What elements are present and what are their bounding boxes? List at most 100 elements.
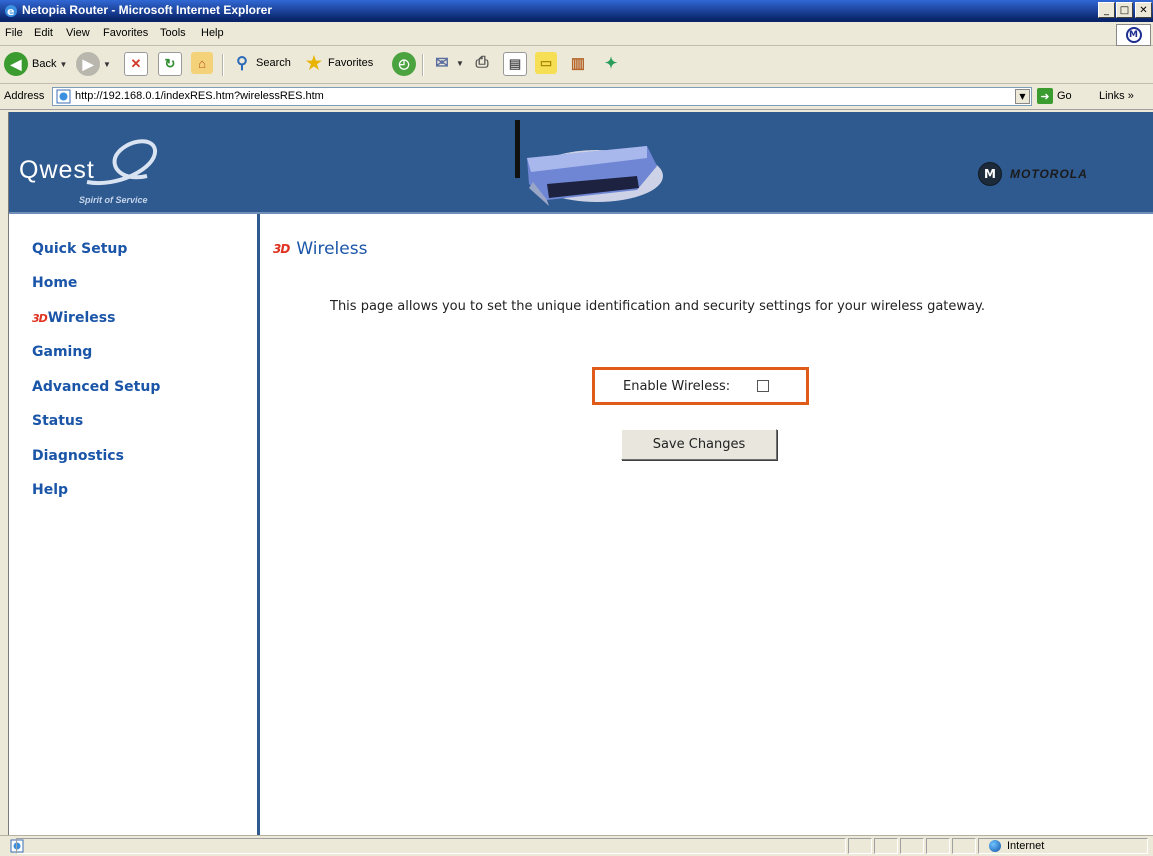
menu-help[interactable]: Help <box>201 27 224 39</box>
status-message-pane <box>16 838 846 854</box>
search-icon: ⚲ <box>236 55 248 72</box>
links-label: Links <box>1099 90 1125 102</box>
sidebar-item-label: Home <box>32 275 78 291</box>
sidebar-item-advanced-setup[interactable]: Advanced Setup <box>32 379 160 395</box>
enable-wireless-checkbox[interactable] <box>757 380 769 392</box>
main-content: 3D Wireless This page allows you to set … <box>260 214 1153 835</box>
status-pane <box>952 838 976 854</box>
svg-text:e: e <box>7 5 14 18</box>
address-dropdown-button[interactable]: ▼ <box>1015 89 1030 104</box>
chevron-down-icon: ▼ <box>456 58 464 68</box>
menu-favorites[interactable]: Favorites <box>103 27 148 39</box>
discuss-button[interactable]: ▭ <box>535 52 557 74</box>
qwest-swoosh-icon <box>86 139 157 186</box>
stop-icon: ✕ <box>124 52 148 76</box>
mail-button[interactable]: ✉ ▼ <box>431 52 464 74</box>
maximize-button[interactable]: □ <box>1116 2 1133 18</box>
address-bar: Address http://192.168.0.1/indexRES.htm?… <box>0 84 1153 110</box>
sidebar-item-diagnostics[interactable]: Diagnostics <box>32 448 124 464</box>
globe-icon <box>989 840 1001 852</box>
forward-button[interactable]: ▶ ▼ <box>76 52 111 76</box>
sidebar-item-label: Advanced Setup <box>32 379 161 395</box>
back-label: Back <box>32 58 57 70</box>
address-url: http://192.168.0.1/indexRES.htm?wireless… <box>75 90 324 102</box>
sidebar-item-home[interactable]: Home <box>32 275 77 291</box>
go-arrow-icon: ➜ <box>1037 88 1053 104</box>
3d-wireless-icon: 3D <box>273 242 290 256</box>
messenger-icon: ✦ <box>604 55 618 72</box>
enable-wireless-highlight: Enable Wireless: <box>592 367 809 405</box>
chevron-down-icon: ▼ <box>59 59 68 69</box>
chevron-down-icon: ▼ <box>103 59 111 69</box>
star-icon: ★ <box>305 52 323 73</box>
save-changes-button[interactable]: Save Changes <box>621 429 777 460</box>
edit-page-icon: ▤ <box>503 52 527 76</box>
menu-bar: File Edit View Favorites Tools Help <box>0 22 1153 46</box>
favorites-label: Favorites <box>328 57 374 69</box>
history-icon: ◴ <box>392 52 416 76</box>
zone-label: Internet <box>1007 840 1045 852</box>
enable-wireless-label: Enable Wireless: <box>623 379 731 394</box>
sidebar-item-status[interactable]: Status <box>32 413 83 429</box>
security-zone: Internet <box>989 840 1044 852</box>
stop-button[interactable]: ✕ <box>124 52 148 76</box>
title-bar: e Netopia Router - Microsoft Internet Ex… <box>0 0 1153 22</box>
status-bar: Internet <box>0 835 1153 856</box>
sidebar-item-gaming[interactable]: Gaming <box>32 344 92 360</box>
sidebar-item-label: Quick Setup <box>32 241 128 257</box>
qwest-logo: Qwest Spirit of Service <box>19 138 219 208</box>
messenger-button[interactable]: ✦ <box>600 52 622 74</box>
menu-view[interactable]: View <box>66 27 90 39</box>
sidebar-item-help[interactable]: Help <box>32 482 68 498</box>
search-button[interactable]: ⚲ Search <box>231 52 291 74</box>
links-toolbar-button[interactable]: Links » <box>1099 90 1134 102</box>
minimize-button[interactable]: _ <box>1098 2 1115 18</box>
address-label: Address <box>4 90 45 102</box>
ie-icon: e <box>5 5 17 18</box>
print-button[interactable]: ⎙ <box>471 52 493 74</box>
sidebar-nav: Quick Setup Home 3D Wireless Gaming Advan… <box>9 214 260 835</box>
note-icon: ▭ <box>535 52 557 74</box>
page-viewport: Qwest Spirit of Service M MOTOROLA Quick… <box>8 112 1153 835</box>
refresh-button[interactable]: ↻ <box>158 52 182 76</box>
sidebar-item-label: Diagnostics <box>32 448 124 464</box>
mail-icon: ✉ <box>435 55 449 72</box>
sidebar-item-quick-setup[interactable]: Quick Setup <box>32 241 127 257</box>
3d-wireless-icon: 3D <box>32 311 48 325</box>
sidebar-item-label: Help <box>32 482 69 498</box>
go-button[interactable]: ➜ Go <box>1037 88 1072 104</box>
sidebar-item-label: Wireless <box>47 310 116 326</box>
status-pane <box>874 838 898 854</box>
edit-button[interactable]: ▤ <box>503 52 527 76</box>
home-icon: ⌂ <box>191 52 213 74</box>
page-title: 3D Wireless <box>273 239 367 259</box>
sidebar-item-wireless[interactable]: 3D Wireless <box>32 310 115 326</box>
back-button[interactable]: ◀ Back ▼ <box>4 52 67 76</box>
toolbar-separator <box>422 54 424 76</box>
motorola-text: MOTOROLA <box>1010 167 1088 181</box>
header-banner: Qwest Spirit of Service M MOTOROLA <box>9 112 1153 214</box>
page-title-text: Wireless <box>296 239 368 259</box>
back-arrow-icon: ◀ <box>4 52 28 76</box>
research-button[interactable]: ▥ <box>567 52 589 74</box>
research-icon: ▥ <box>570 55 586 72</box>
close-button[interactable]: ✕ <box>1135 2 1152 18</box>
motorola-logo: M MOTOROLA <box>978 162 1088 186</box>
motorola-logo-icon: M <box>1125 27 1142 43</box>
home-button[interactable]: ⌂ <box>191 52 213 74</box>
forward-arrow-icon: ▶ <box>76 52 100 76</box>
menu-tools[interactable]: Tools <box>160 27 186 39</box>
favorites-button[interactable]: ★ Favorites <box>303 52 373 74</box>
router-image <box>515 120 663 206</box>
page-icon <box>56 89 71 104</box>
history-button[interactable]: ◴ <box>392 52 416 76</box>
window-title: Netopia Router - Microsoft Internet Expl… <box>22 3 273 17</box>
menu-file[interactable]: File <box>5 27 23 39</box>
address-input[interactable]: http://192.168.0.1/indexRES.htm?wireless… <box>52 87 1032 106</box>
toolbar-separator <box>222 54 224 76</box>
qwest-tagline: Spirit of Service <box>79 195 148 205</box>
print-icon: ⎙ <box>475 54 489 71</box>
menu-edit[interactable]: Edit <box>34 27 53 39</box>
status-pane <box>926 838 950 854</box>
browser-throbber: M <box>1116 24 1151 46</box>
